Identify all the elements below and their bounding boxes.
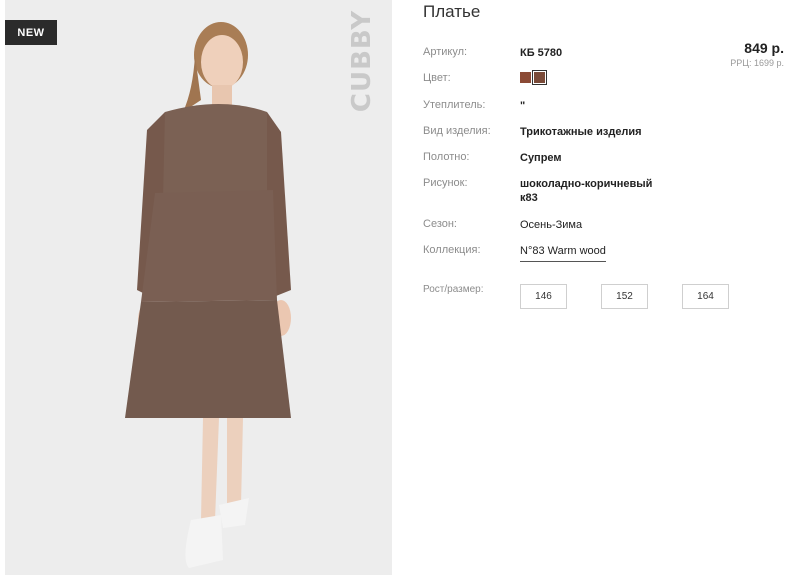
product-price: 849 р. — [744, 40, 784, 56]
attr-value: КБ 5780 — [520, 47, 563, 59]
attr-label: Цвет: — [423, 72, 451, 84]
attr-pattern: Рисунок: шоколадно-коричневый к83 — [423, 177, 670, 205]
color-swatch[interactable] — [520, 72, 531, 83]
attr-label: Сезон: — [423, 218, 457, 230]
size-option-164[interactable]: 164 — [682, 284, 729, 309]
recommended-price: РРЦ: 1699 р. — [730, 58, 784, 68]
rrp-label: РРЦ: — [730, 58, 752, 68]
size-label: Рост/размер: — [423, 284, 484, 295]
attr-color: Цвет: — [423, 70, 670, 85]
attr-product-type: Вид изделия: Трикотажные изделия — [423, 125, 670, 139]
product-photo[interactable]: NEW CUBBY — [5, 0, 392, 575]
attr-article: Артикул: КБ 5780 — [423, 46, 670, 60]
attr-collection: Коллекция: N°83 Warm wood — [423, 244, 606, 262]
attr-value: Трикотажные изделия — [520, 126, 642, 138]
attr-season: Сезон: Осень-Зима — [423, 218, 670, 232]
color-swatch-selected[interactable] — [532, 70, 547, 85]
attr-label: Вид изделия: — [423, 125, 491, 137]
product-info: Платье 849 р. РРЦ: 1699 р. Артикул: КБ 5… — [423, 0, 800, 575]
attr-value: Супрем — [520, 152, 562, 164]
rrp-value: 1699 р. — [753, 58, 784, 68]
size-option-152[interactable]: 152 — [601, 284, 648, 309]
attr-label: Утеплитель: — [423, 99, 486, 111]
attr-label: Коллекция: — [423, 244, 481, 256]
attr-value: " — [520, 100, 526, 112]
color-swatches — [520, 70, 670, 85]
product-title: Платье — [423, 2, 481, 21]
attr-label: Рисунок: — [423, 177, 468, 189]
collection-link[interactable]: N°83 Warm wood — [520, 244, 606, 262]
attr-value: Осень-Зима — [520, 219, 583, 231]
attr-insulation: Утеплитель: " — [423, 99, 670, 113]
attr-label: Полотно: — [423, 151, 470, 163]
attr-label: Артикул: — [423, 46, 468, 58]
attr-value: шоколадно-коричневый к83 — [520, 178, 653, 204]
model-illustration — [125, 22, 291, 568]
size-option-146[interactable]: 146 — [520, 284, 567, 309]
attr-fabric: Полотно: Супрем — [423, 151, 670, 165]
